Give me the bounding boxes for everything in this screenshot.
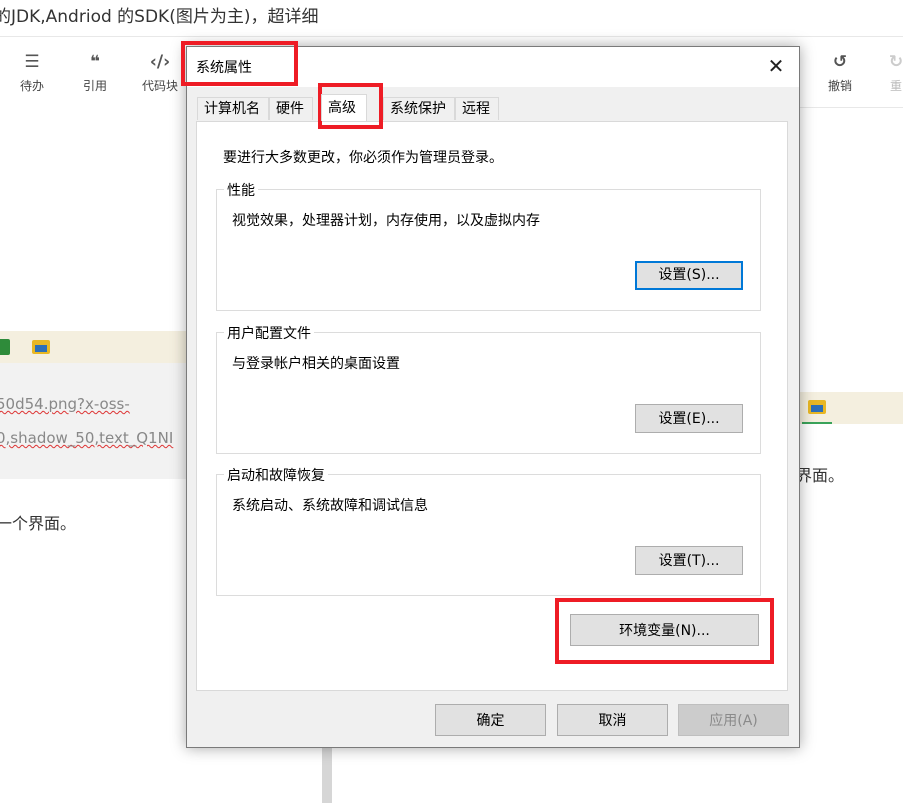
dialog-title: 系统属性 <box>196 60 252 76</box>
quote-icon: ❝ <box>90 52 100 72</box>
folder-image-icon[interactable] <box>32 340 50 354</box>
environment-variables-button[interactable]: 环境变量(N)... <box>570 614 759 646</box>
cancel-button[interactable]: 取消 <box>557 704 668 736</box>
close-icon[interactable]: ✕ <box>753 47 799 87</box>
code-icon: ‹/› <box>149 52 171 72</box>
toolbar-redo-label: 重 <box>889 79 902 93</box>
image-url-line-2: 0,shadow_50,text_Q1NI <box>0 429 174 447</box>
performance-legend: 性能 <box>224 180 258 200</box>
performance-description: 视觉效果，处理器计划，内存使用，以及虚拟内存 <box>232 213 540 229</box>
user-profiles-settings-button[interactable]: 设置(E)... <box>635 404 743 433</box>
undo-icon: ↺ <box>832 52 848 72</box>
tab-advanced[interactable]: 高级 <box>321 94 367 121</box>
dialog-titlebar[interactable]: 系统属性 ✕ <box>187 47 799 87</box>
article-title: 的JDK,Andriod 的SDK(图片为主)，超详细 <box>0 0 903 36</box>
toolbar-quote-label: 引用 <box>82 79 107 93</box>
checklist-icon: ☰ <box>24 52 40 72</box>
performance-group: 性能 视觉效果，处理器计划，内存使用，以及虚拟内存 设置(S)... <box>216 180 761 311</box>
preview-image-strip <box>798 392 903 424</box>
toolbar-code-button[interactable]: ‹/› 代码块 <box>134 51 186 94</box>
tab-computer-name[interactable]: 计算机名 <box>197 97 269 120</box>
article-title-text: 的JDK,Andriod 的SDK(图片为主)，超详细 <box>0 7 319 27</box>
performance-settings-button[interactable]: 设置(S)... <box>635 261 743 290</box>
startup-recovery-settings-button[interactable]: 设置(T)... <box>635 546 743 575</box>
user-profiles-group: 用户配置文件 与登录帐户相关的桌面设置 设置(E)... <box>216 323 761 454</box>
tab-hardware[interactable]: 硬件 <box>269 97 313 120</box>
tab-system-protection[interactable]: 系统保护 <box>383 97 455 120</box>
toolbar-undo-button[interactable]: ↺ 撤销 <box>814 51 866 94</box>
user-profiles-legend: 用户配置文件 <box>224 323 314 343</box>
apply-button[interactable]: 应用(A) <box>678 704 789 736</box>
admin-note: 要进行大多数更改，你必须作为管理员登录。 <box>223 150 503 166</box>
toolbar-undo-label: 撤销 <box>827 79 852 93</box>
editor-text-left: 一个界面。 <box>0 514 77 533</box>
toolbar-todo-label: 待办 <box>19 79 44 93</box>
tab-remote[interactable]: 远程 <box>455 97 499 120</box>
toolbar-redo-button[interactable]: ↻ 重 <box>870 51 903 94</box>
ok-button[interactable]: 确定 <box>435 704 546 736</box>
preview-text-right: 界面。 <box>796 466 845 485</box>
toolbar-code-label: 代码块 <box>141 79 178 93</box>
startup-recovery-description: 系统启动、系统故障和调试信息 <box>232 498 428 514</box>
image-icon[interactable] <box>0 339 10 355</box>
startup-recovery-group: 启动和故障恢复 系统启动、系统故障和调试信息 设置(T)... <box>216 465 761 596</box>
image-url-line-1: 50d54.png?x-oss- <box>0 395 130 413</box>
advanced-tab-panel: 要进行大多数更改，你必须作为管理员登录。 性能 视觉效果，处理器计划，内存使用，… <box>196 121 788 691</box>
user-profiles-description: 与登录帐户相关的桌面设置 <box>232 356 400 372</box>
toolbar-todo-button[interactable]: ☰ 待办 <box>6 51 58 94</box>
startup-recovery-legend: 启动和故障恢复 <box>224 465 328 485</box>
toolbar-quote-button[interactable]: ❝ 引用 <box>69 51 121 94</box>
underline-decoration <box>802 422 832 424</box>
redo-icon: ↻ <box>888 52 903 72</box>
system-properties-dialog: 系统属性 ✕ 计算机名 硬件 高级 系统保护 远程 要进行大多数更改，你必须作为… <box>186 46 800 748</box>
folder-image-icon[interactable] <box>808 400 826 414</box>
